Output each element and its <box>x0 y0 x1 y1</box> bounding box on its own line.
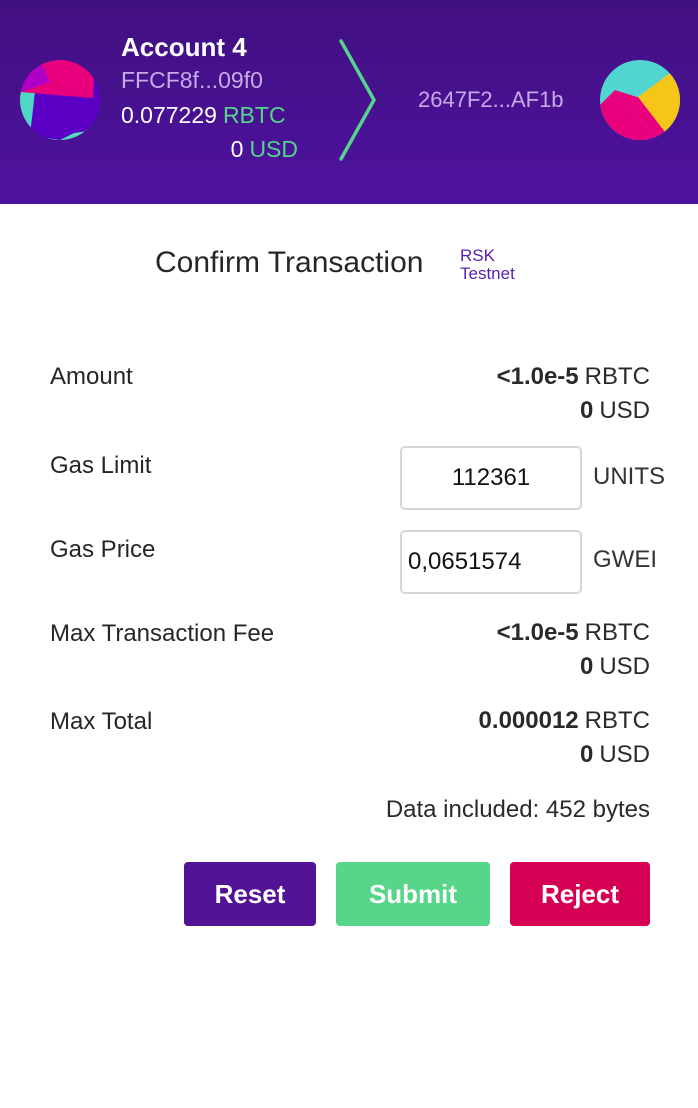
gas-limit-label: Gas Limit <box>50 452 152 479</box>
to-account-avatar <box>600 60 680 140</box>
amount-currency: RBTC <box>584 363 650 390</box>
max-fee-label: Max Transaction Fee <box>50 620 275 647</box>
max-total-label: Max Total <box>50 708 153 735</box>
from-account-name: Account 4 <box>121 32 247 62</box>
data-included-text: Data included: 452 bytes <box>385 796 650 823</box>
amount-label: Amount <box>50 363 133 390</box>
gas-limit-input[interactable] <box>400 446 582 510</box>
max-total-fiat-currency: USD <box>599 741 650 768</box>
max-fee-value: <1.0e-5 RBTC <box>497 619 650 647</box>
identicon-avatar-icon <box>20 60 100 140</box>
gas-price-label: Gas Price <box>50 536 156 563</box>
gas-price-unit: GWEI <box>593 546 657 573</box>
max-fee-fiat-number: 0 <box>579 653 594 680</box>
max-fee-fiat: 0 USD <box>580 653 650 681</box>
from-account-address: FFCF8f...09f0 <box>121 67 263 93</box>
amount-value: <1.0e-5 RBTC <box>497 363 650 391</box>
max-total-value: 0.000012 RBTC <box>479 707 650 735</box>
transaction-header: Account 4 FFCF8f...09f0 0.077229 RBTC 0 US… <box>0 0 698 204</box>
max-fee-fiat-currency: USD <box>599 653 650 680</box>
identicon-avatar-icon <box>600 60 680 140</box>
amount-fiat: 0 USD <box>580 397 650 425</box>
balance-currency: RBTC <box>222 102 286 128</box>
from-account-fiat-balance: 0 USD <box>231 136 298 163</box>
balance-value: 0.077229 <box>121 102 217 128</box>
reset-button[interactable]: Reset <box>184 862 316 926</box>
max-fee-currency: RBTC <box>584 619 650 646</box>
page-title: Confirm Transaction <box>155 246 424 279</box>
fiat-value: 0 <box>230 136 244 162</box>
from-account-avatar <box>20 60 100 140</box>
fiat-currency: USD <box>249 136 298 162</box>
reject-button[interactable]: Reject <box>510 862 650 926</box>
network-name: RSK <box>460 246 495 265</box>
from-account-balance: 0.077229 RBTC <box>121 102 286 129</box>
network-badge: RSK Testnet <box>460 247 515 283</box>
max-total-currency: RBTC <box>584 707 650 734</box>
max-total-fiat-number: 0 <box>579 741 594 768</box>
amount-fiat-currency: USD <box>599 397 650 424</box>
max-total-fiat: 0 USD <box>580 741 650 769</box>
max-fee-number: <1.0e-5 <box>496 619 579 646</box>
to-account-address: 2647F2...AF1b <box>418 87 564 112</box>
max-total-number: 0.000012 <box>478 707 579 734</box>
amount-number: <1.0e-5 <box>496 363 579 390</box>
network-type: Testnet <box>460 264 515 283</box>
gas-price-input[interactable] <box>400 530 582 594</box>
gas-limit-unit: UNITS <box>593 463 665 490</box>
amount-fiat-number: 0 <box>579 397 594 424</box>
submit-button[interactable]: Submit <box>336 862 490 926</box>
chevron-right-icon <box>339 39 376 161</box>
